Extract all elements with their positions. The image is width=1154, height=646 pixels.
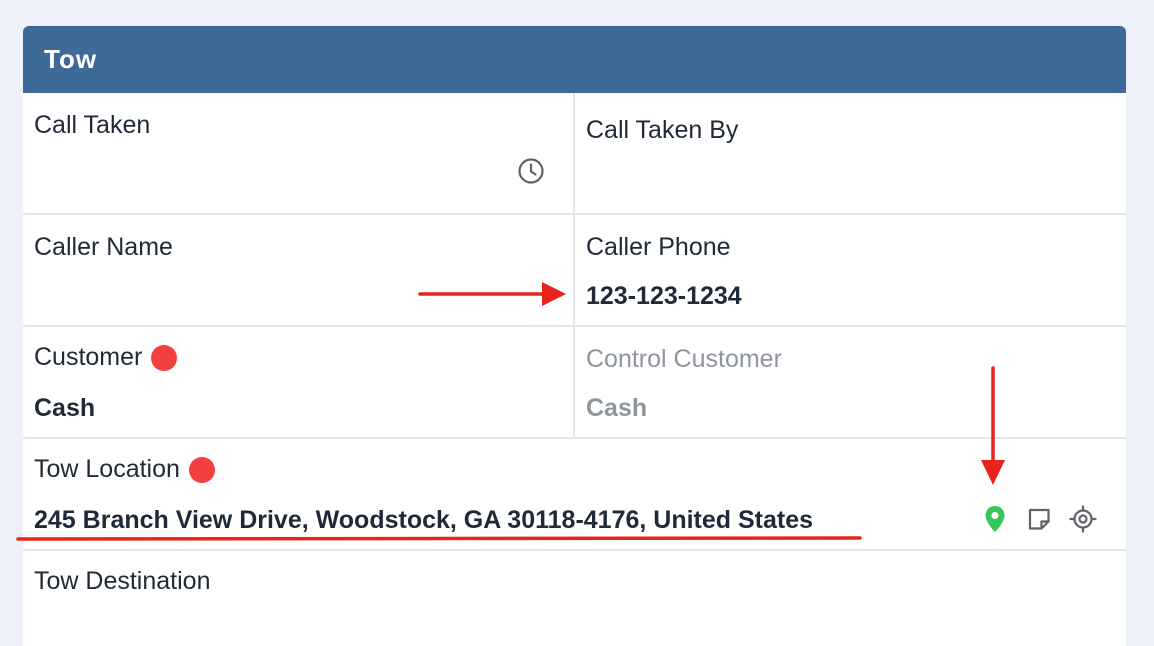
note-icon[interactable] (1027, 507, 1052, 532)
customer-label: Customer (34, 343, 143, 371)
tow-location-label: Tow Location (34, 455, 180, 483)
control-customer-label: Control Customer (586, 345, 782, 373)
control-customer-field: Control Customer Cash (575, 327, 1126, 437)
customer-value: Cash (34, 394, 96, 422)
caller-phone-label: Caller Phone (586, 233, 731, 261)
call-taken-field[interactable]: Call Taken (23, 93, 575, 213)
map-pin-icon[interactable] (984, 505, 1006, 533)
clock-icon[interactable] (517, 157, 545, 185)
call-taken-by-label: Call Taken By (586, 116, 739, 144)
tow-destination-field[interactable]: Tow Destination (23, 551, 1126, 646)
row-tow-location: Tow Location 245 Branch View Drive, Wood… (23, 439, 1126, 551)
crosshair-icon[interactable] (1069, 505, 1097, 533)
required-indicator (188, 456, 215, 483)
required-indicator (151, 344, 178, 371)
customer-field[interactable]: Customer Cash (23, 327, 575, 437)
tow-location-value: 245 Branch View Drive, Woodstock, GA 301… (34, 506, 814, 534)
caller-phone-value: 123-123-1234 (586, 282, 742, 310)
caller-phone-field[interactable]: Caller Phone 123-123-1234 (575, 215, 1126, 325)
tow-panel: Tow Call Taken Call Taken By Caller Name… (23, 26, 1126, 646)
row-call-taken: Call Taken Call Taken By (23, 93, 1126, 215)
row-customer: Customer Cash Control Customer Cash (23, 327, 1126, 439)
call-taken-by-field[interactable]: Call Taken By (575, 93, 1126, 213)
call-taken-label: Call Taken (34, 111, 151, 139)
caller-name-label: Caller Name (34, 233, 173, 261)
tow-location-label-wrap: Tow Location (34, 455, 215, 484)
tow-location-field[interactable]: Tow Location 245 Branch View Drive, Wood… (23, 439, 1126, 549)
row-tow-destination: Tow Destination (23, 551, 1126, 646)
row-caller: Caller Name Caller Phone 123-123-1234 (23, 215, 1126, 327)
control-customer-value: Cash (586, 394, 648, 422)
caller-name-field[interactable]: Caller Name (23, 215, 575, 325)
panel-title: Tow (23, 26, 1126, 93)
tow-destination-label: Tow Destination (34, 567, 211, 595)
customer-label-wrap: Customer (34, 343, 178, 372)
